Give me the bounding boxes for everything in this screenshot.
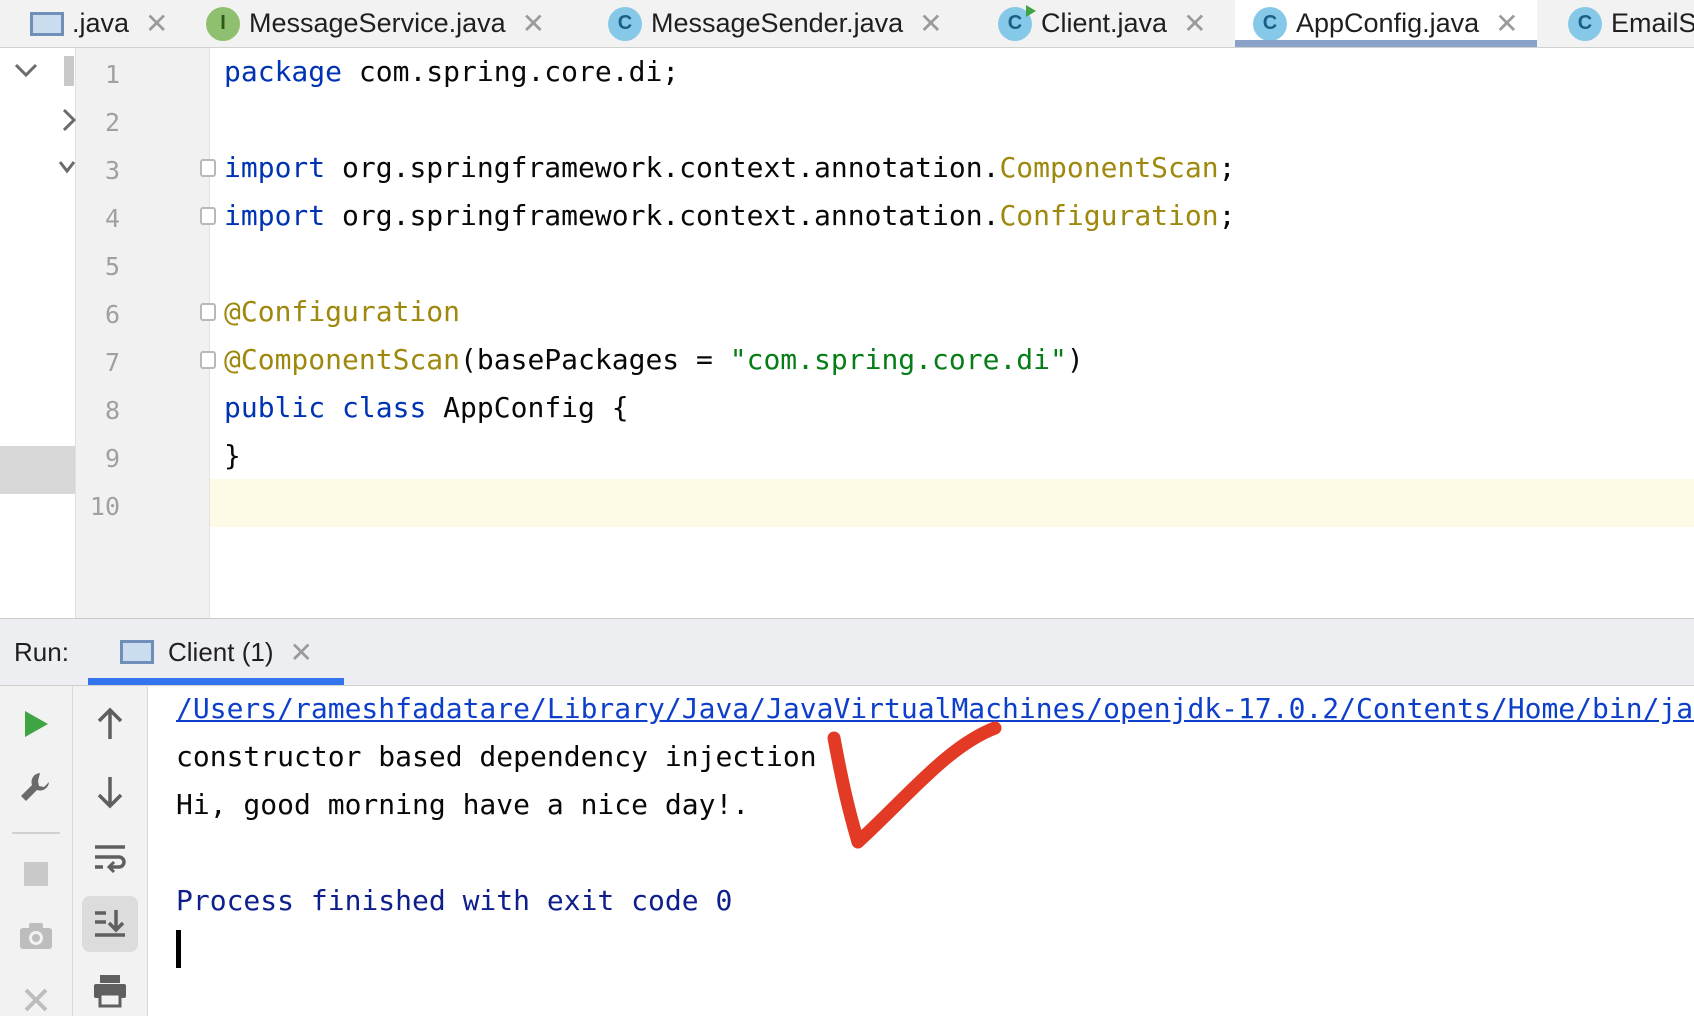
runnable-class-icon: C [998, 4, 1036, 41]
toolbar-separator [12, 832, 60, 834]
editor-tab-bar: .java ✕ I MessageService.java ✕ C Messag… [0, 0, 1694, 48]
tab-message-sender[interactable]: C MessageSender.java ✕ [608, 0, 943, 47]
class-icon: C [1568, 6, 1602, 41]
tab-label: MessageSender.java [651, 8, 904, 38]
stop-button[interactable] [8, 846, 64, 902]
run-tab-label: Client (1) [168, 636, 274, 667]
fold-marker-icon[interactable] [200, 207, 216, 225]
close-icon[interactable]: ✕ [1495, 7, 1518, 40]
line-number: 6 [104, 300, 120, 329]
tab-label: Client.java [1041, 8, 1168, 38]
arrow-down-icon [97, 777, 123, 809]
fold-marker-icon[interactable] [200, 159, 216, 177]
interface-icon: I [206, 6, 240, 41]
close-icon [24, 988, 48, 1012]
console-toolbar [73, 686, 148, 1016]
close-icon[interactable]: ✕ [145, 7, 168, 40]
red-checkmark-annotation [827, 721, 1002, 849]
tab-label: EmailS [1611, 8, 1694, 38]
line-number: 3 [104, 156, 120, 185]
line-number: 9 [104, 444, 120, 473]
tab-message-service[interactable]: I MessageService.java ✕ [206, 0, 545, 47]
line-number: 2 [104, 108, 120, 137]
close-icon[interactable]: ✕ [522, 7, 545, 40]
console-output[interactable]: /Users/rameshfadatare/Library/Java/JavaV… [148, 686, 1694, 1016]
scroll-down-button[interactable] [82, 764, 138, 820]
tab-app-config[interactable]: C AppConfig.java ✕ [1235, 0, 1537, 47]
code-line: @ComponentScan(basePackages = "com.sprin… [224, 343, 1084, 376]
class-icon: C [608, 6, 642, 41]
current-line-highlight [209, 479, 1694, 527]
line-gutter: 1 2 3 4 5 6 7 8 9 10 [76, 48, 216, 618]
tab-label: .java [72, 8, 130, 38]
console-icon [120, 640, 154, 664]
close-icon[interactable]: ✕ [919, 7, 942, 40]
code-editor[interactable]: 1 2 3 4 5 6 7 8 9 10 package com.spring.… [0, 48, 1694, 618]
line-number: 10 [89, 492, 120, 521]
code-line: package com.spring.core.di; [224, 55, 680, 88]
play-icon [25, 711, 48, 737]
close-run-button[interactable] [8, 972, 64, 1028]
fold-marker-icon[interactable] [200, 303, 216, 321]
arrow-up-icon [97, 707, 123, 739]
rerun-button[interactable] [8, 696, 64, 752]
line-number: 5 [104, 252, 120, 281]
wrench-icon [21, 773, 49, 801]
scroll-up-button[interactable] [82, 696, 138, 752]
stop-icon [24, 862, 48, 886]
code-line: @Configuration [224, 295, 461, 328]
scroll-to-end-icon [95, 910, 125, 937]
chevron-down-icon[interactable] [14, 62, 38, 78]
run-label: Run: [14, 637, 69, 667]
run-panel-header: Run: Client (1) ✕ [0, 618, 1694, 686]
screenshot-button[interactable] [8, 908, 64, 964]
project-tree-strip [0, 48, 76, 618]
line-number: 8 [104, 396, 120, 425]
close-icon[interactable]: ✕ [1183, 7, 1206, 40]
class-icon: C [1253, 6, 1287, 41]
code-line: public class AppConfig { [224, 391, 629, 424]
line-number: 7 [104, 348, 120, 377]
line-number: 1 [104, 60, 120, 89]
run-tab-client[interactable]: Client (1) ✕ [88, 619, 344, 685]
code-line: import org.springframework.context.annot… [224, 199, 1236, 232]
tab-label: MessageService.java [249, 8, 506, 38]
chevron-right-icon[interactable] [62, 108, 76, 132]
chevron-down-icon[interactable] [58, 160, 76, 174]
line-number: 4 [104, 204, 120, 233]
soft-wrap-button[interactable] [82, 830, 138, 886]
tab-email-service[interactable]: C EmailS [1568, 0, 1694, 47]
soft-wrap-icon [95, 845, 126, 874]
code-line: } [224, 439, 241, 472]
frame-icon [30, 11, 64, 36]
close-icon[interactable]: ✕ [289, 636, 312, 669]
settings-button[interactable] [8, 760, 64, 816]
camera-icon [20, 923, 52, 949]
print-button[interactable] [82, 962, 138, 1018]
code-line: import org.springframework.context.annot… [224, 151, 1236, 184]
selected-tree-row[interactable] [0, 446, 75, 494]
fold-marker-icon[interactable] [200, 351, 216, 369]
scroll-marker [64, 56, 74, 86]
tab-java-file[interactable]: .java ✕ [30, 0, 169, 47]
tab-client[interactable]: C Client.java ✕ [998, 0, 1207, 47]
printer-icon [94, 975, 126, 1008]
tab-label: AppConfig.java [1296, 8, 1480, 38]
scroll-to-end-button[interactable] [82, 896, 138, 952]
run-toolbar [0, 686, 73, 1016]
